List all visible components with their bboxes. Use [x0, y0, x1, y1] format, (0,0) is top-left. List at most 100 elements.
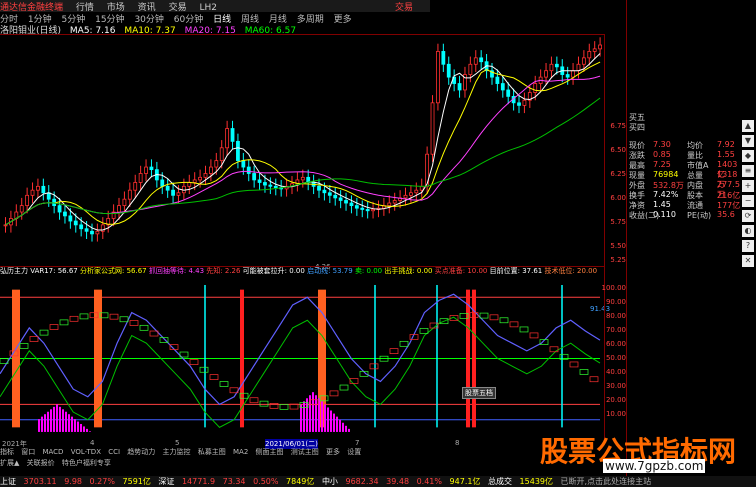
- candle-body: [409, 192, 413, 196]
- kline-pane[interactable]: 4.26: [0, 34, 604, 271]
- quote-cell: 1.55: [717, 150, 735, 159]
- status-index-name[interactable]: 上证: [0, 477, 16, 486]
- tool-list-icon[interactable]: ≡: [742, 165, 754, 177]
- tab-item[interactable]: CCI: [108, 448, 120, 456]
- tool-help-icon[interactable]: ?: [742, 240, 754, 252]
- tab-item[interactable]: 窗口: [21, 448, 35, 456]
- popup-label[interactable]: 股票五档: [462, 387, 496, 399]
- period-item[interactable]: 更多: [334, 15, 352, 23]
- tool-up-icon[interactable]: ▲: [742, 120, 754, 132]
- ind-f4: 可能被套拉升: 0.00: [242, 267, 305, 275]
- tab-item[interactable]: 趋势动力: [127, 448, 155, 456]
- candle-body: [592, 48, 597, 52]
- tab-item[interactable]: 测试主图: [291, 448, 319, 456]
- period-item[interactable]: 1分钟: [28, 15, 52, 23]
- volume-bar: [321, 401, 323, 432]
- ind-f8: 买点准备: 10.00: [434, 267, 488, 275]
- menu-market[interactable]: 行情: [76, 3, 94, 12]
- tab-item[interactable]: 私募主图: [198, 448, 226, 456]
- volume-bar: [89, 431, 91, 432]
- volume-bar: [44, 414, 46, 432]
- menu-trade[interactable]: 交易: [169, 3, 187, 12]
- status-value: 9.98: [64, 477, 82, 486]
- candle-body: [203, 173, 208, 178]
- ind-tick: 80.00: [605, 312, 626, 320]
- indicator-axis: 100.00 90.00 80.00 70.00 60.00 50.00 40.…: [602, 266, 627, 439]
- tool-theme-icon[interactable]: ◐: [742, 225, 754, 237]
- trade-button[interactable]: 交易: [395, 0, 413, 12]
- quote-cell: 7.25: [653, 160, 671, 169]
- status-index-name[interactable]: 中小: [322, 477, 338, 486]
- volume-bar: [86, 428, 88, 432]
- candle-body: [436, 51, 440, 104]
- tab-item[interactable]: 主力监控: [163, 448, 191, 456]
- tab-item[interactable]: MACD: [42, 448, 63, 456]
- candle-body: [246, 166, 251, 174]
- candle-body: [338, 197, 343, 201]
- indicator-chart: [0, 285, 601, 432]
- tab-item[interactable]: MA2: [233, 448, 248, 456]
- candle-body: [41, 185, 46, 194]
- volume-bar: [50, 409, 52, 432]
- ladder-block: [489, 314, 499, 321]
- candle-body: [517, 102, 521, 106]
- tool-zoom-in-icon[interactable]: +: [742, 180, 754, 192]
- status-value: 7591亿: [122, 477, 151, 486]
- period-item[interactable]: 分时: [0, 15, 18, 23]
- tool-refresh-icon[interactable]: ⟳: [742, 210, 754, 222]
- ladder-block: [29, 336, 39, 342]
- volume-bar: [315, 395, 317, 432]
- period-item[interactable]: 60分钟: [174, 15, 203, 23]
- status-value: 14771.9: [181, 477, 216, 486]
- period-item[interactable]: 多周期: [297, 15, 324, 23]
- menu-news[interactable]: 资讯: [138, 3, 156, 12]
- tab2-item[interactable]: 特色户福利专享: [62, 459, 111, 467]
- candle-body: [506, 89, 511, 97]
- indicator-pane[interactable]: 股票五档 91.43: [0, 266, 610, 440]
- quote-cell: PE(动): [687, 211, 712, 220]
- status-value: 39.48: [386, 477, 410, 486]
- connection-status[interactable]: 已断开,点击此处连接主站: [561, 477, 652, 486]
- stock-name: 洛阳钼业(日线): [0, 26, 62, 34]
- price-tick: 5.50: [610, 242, 626, 250]
- candle-body: [268, 184, 273, 187]
- period-item-active[interactable]: 日线: [213, 15, 231, 23]
- candle-body: [149, 166, 154, 171]
- period-item[interactable]: 15分钟: [95, 15, 124, 23]
- period-item[interactable]: 周线: [241, 15, 259, 23]
- candle-body: [457, 83, 462, 91]
- ma5-line: [5, 53, 601, 231]
- tab-item[interactable]: 指标: [0, 448, 14, 456]
- ladder-block: [209, 374, 219, 380]
- date-label: 4: [90, 439, 95, 447]
- tab-item[interactable]: 侧面主图: [256, 448, 284, 456]
- period-item[interactable]: 月线: [269, 15, 287, 23]
- ladder-block: [589, 376, 599, 383]
- ladder-block: [329, 390, 339, 397]
- tool-close-icon[interactable]: ✕: [742, 255, 754, 267]
- candle-body: [300, 176, 305, 181]
- volume-bar: [41, 416, 43, 432]
- menu-zone[interactable]: 市场: [107, 3, 125, 12]
- tool-diamond-icon[interactable]: ◆: [742, 150, 754, 162]
- volume-bar: [53, 406, 55, 432]
- volume-bar: [300, 404, 302, 432]
- period-item[interactable]: 30分钟: [134, 15, 163, 23]
- tab-item[interactable]: VOL-TDX: [71, 448, 101, 456]
- volume-bar: [336, 416, 338, 432]
- date-label: 8: [455, 439, 460, 447]
- menu-lh2[interactable]: LH2: [199, 3, 217, 12]
- indicator-tabs: 指标 窗口 MACD VOL-TDX CCI 趋势动力 主力监控 私募主图 MA…: [0, 447, 540, 457]
- status-index-name[interactable]: 深证: [158, 477, 174, 486]
- candle-body: [84, 228, 89, 232]
- period-item[interactable]: 5分钟: [62, 15, 86, 23]
- tab-item[interactable]: 设置: [347, 448, 361, 456]
- tab2-item[interactable]: 关联报价: [27, 459, 55, 467]
- tab-item[interactable]: 更多: [326, 448, 340, 456]
- candle-body: [79, 224, 84, 230]
- date-label: 7: [355, 439, 360, 447]
- tool-zoom-out-icon[interactable]: −: [742, 195, 754, 207]
- tab2-item[interactable]: 扩展▲: [0, 459, 19, 467]
- candle-body: [73, 220, 78, 226]
- tool-down-icon[interactable]: ▼: [742, 135, 754, 147]
